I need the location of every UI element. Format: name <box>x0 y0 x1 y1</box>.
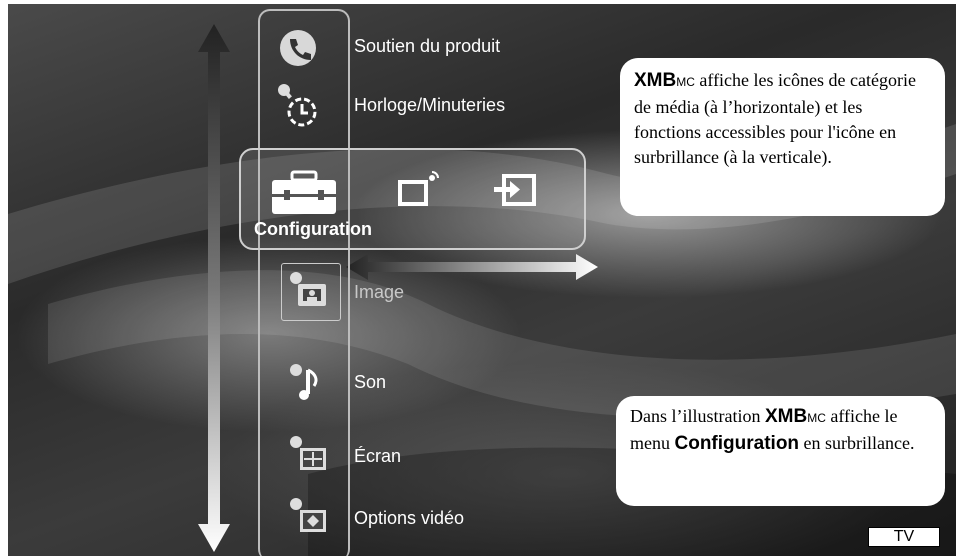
xmb-screen: Soutien du produit Horloge/Minuteries Co… <box>8 4 956 556</box>
menu-item-screen[interactable]: Écran <box>258 432 401 480</box>
tv-widget-icon[interactable] <box>396 170 442 210</box>
menu-item-video-options[interactable]: Options vidéo <box>258 494 464 542</box>
menu-item-product-support[interactable]: Soutien du produit <box>258 24 500 72</box>
callout-xmb-description: XMBMC affiche les icônes de catégorie de… <box>620 58 945 216</box>
screen-settings-icon <box>286 432 334 480</box>
input-icon[interactable] <box>492 170 540 210</box>
phone-icon <box>274 24 322 72</box>
horizontal-arrow <box>346 254 598 280</box>
callout-configuration-note: Dans l’illustration XMBMC affiche le men… <box>616 396 945 506</box>
toolbox-icon[interactable] <box>270 170 338 216</box>
menu-item-image[interactable]: Image <box>258 268 404 316</box>
menu-item-label: Écran <box>354 446 402 466</box>
clock-timer-icon <box>274 82 322 130</box>
menu-item-label: Image <box>354 282 405 302</box>
menu-item-clock-timers[interactable]: Horloge/Minuteries <box>258 82 505 130</box>
menu-item-label: Son <box>354 372 387 392</box>
menu-item-label: Soutien du produit <box>354 36 501 56</box>
category-label: Configuration <box>254 219 372 239</box>
sound-settings-icon <box>286 358 334 406</box>
menu-item-label: Options vidéo <box>354 508 465 528</box>
vertical-arrow <box>198 24 230 552</box>
image-settings-icon <box>286 268 334 316</box>
menu-item-label: Horloge/Minuteries <box>354 95 506 115</box>
video-options-icon <box>286 494 334 542</box>
tv-badge: TV <box>868 527 940 547</box>
menu-item-sound[interactable]: Son <box>258 358 386 406</box>
